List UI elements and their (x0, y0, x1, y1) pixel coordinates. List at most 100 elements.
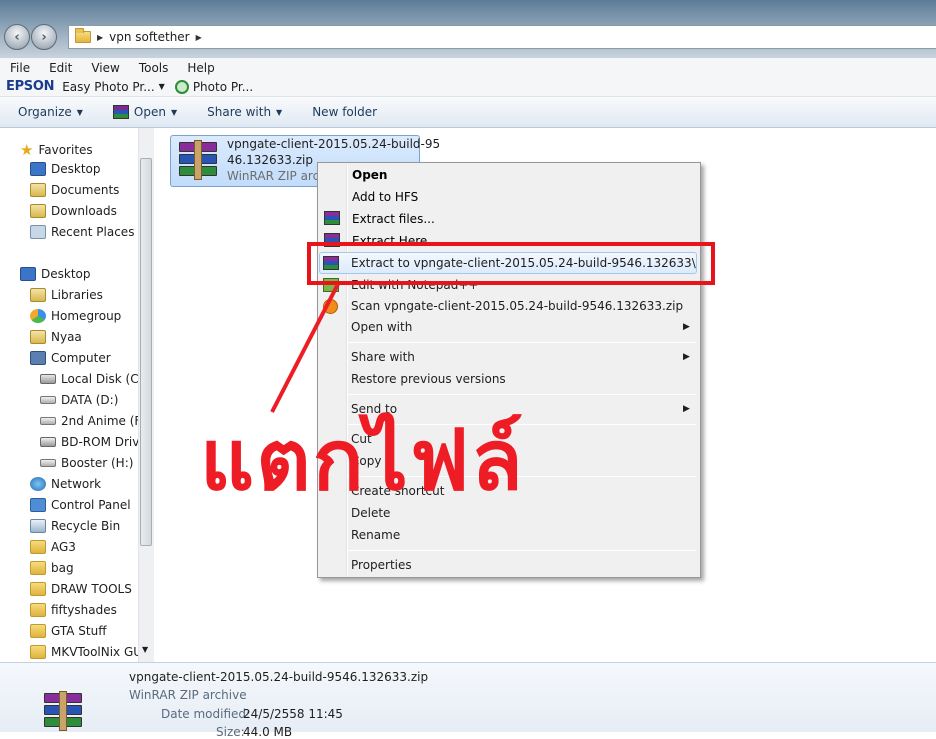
menu-item-rename[interactable]: Rename (351, 528, 400, 542)
folder-icon (30, 540, 46, 554)
nav-label: DRAW TOOLS (51, 582, 132, 596)
folder-icon (30, 561, 46, 575)
menu-item-open[interactable]: Open (352, 168, 387, 182)
nav-label: AG3 (51, 540, 76, 554)
submenu-arrow-icon: ▶ (683, 352, 690, 362)
photo-print-icon (174, 79, 189, 94)
epson-photo-print-button[interactable]: Photo Pr... (193, 80, 253, 94)
nav-network[interactable]: Network (30, 477, 101, 491)
nav-booster-drive[interactable]: Booster (H:) (40, 456, 133, 470)
control-panel-icon (30, 498, 46, 512)
nav-label: Downloads (51, 204, 117, 218)
nav-local-disk[interactable]: Local Disk (C:) (40, 372, 147, 386)
organize-label: Organize (18, 105, 72, 119)
chevron-down-icon: ▼ (76, 107, 83, 117)
star-icon: ★ (20, 141, 34, 159)
antivirus-icon (323, 299, 338, 314)
annotation-thai-text: แตกไฟล์ (200, 411, 525, 509)
chevron-down-icon[interactable]: ▼ (159, 82, 165, 91)
nav-label: MKVToolNix GU (51, 645, 143, 659)
chevron-right-icon[interactable]: ▶ (196, 33, 202, 42)
drive-icon (40, 396, 56, 404)
nav-folder-mkvtoolnix[interactable]: MKVToolNix GU (30, 645, 142, 659)
details-modified-value: 24/5/2558 11:45 (243, 707, 343, 721)
nav-folder-bag[interactable]: bag (30, 561, 74, 575)
menu-help[interactable]: Help (187, 61, 214, 75)
chevron-right-icon[interactable]: ▶ (97, 33, 103, 42)
nav-folder-fiftyshades[interactable]: fiftyshades (30, 603, 117, 617)
folder-icon (75, 28, 91, 43)
nav-label: Desktop (51, 162, 101, 176)
forward-button[interactable]: › (31, 24, 57, 50)
share-with-button[interactable]: Share with ▼ (207, 105, 282, 119)
menu-tools[interactable]: Tools (139, 61, 169, 75)
navigation-buttons: ‹ › (4, 24, 58, 50)
address-bar[interactable]: ▶ vpn softether ▶ (68, 25, 936, 49)
nav-folder-gta-stuff[interactable]: GTA Stuff (30, 624, 107, 638)
homegroup-icon (30, 309, 46, 323)
new-folder-button[interactable]: New folder (312, 105, 377, 119)
menu-item-scan[interactable]: Scan vpngate-client-2015.05.24-build-954… (351, 299, 683, 313)
nav-desktop[interactable]: Desktop (20, 267, 91, 281)
share-label: Share with (207, 105, 272, 119)
menu-file[interactable]: File (10, 61, 30, 75)
nav-control-panel[interactable]: Control Panel (30, 498, 131, 512)
nav-bdrom-drive[interactable]: BD-ROM Drive (40, 435, 147, 449)
network-icon (30, 477, 46, 491)
nav-label: Computer (51, 351, 111, 365)
nav-favorites[interactable]: ★ Favorites (20, 141, 93, 159)
user-folder-icon (30, 330, 46, 344)
epson-easy-photo-button[interactable]: Easy Photo Pr... (62, 80, 154, 94)
recent-places-icon (30, 225, 46, 239)
details-pane: vpngate-client-2015.05.24-build-9546.132… (0, 662, 936, 739)
nav-nyaa[interactable]: Nyaa (30, 330, 82, 344)
winrar-icon (324, 211, 340, 225)
nav-desktop-fav[interactable]: Desktop (30, 162, 101, 176)
menu-item-properties[interactable]: Properties (351, 558, 412, 572)
nav-data-drive[interactable]: DATA (D:) (40, 393, 118, 407)
back-button[interactable]: ‹ (4, 24, 30, 50)
chevron-down-icon: ▼ (170, 107, 178, 117)
nav-recent-places[interactable]: Recent Places (30, 225, 134, 239)
menu-item-share-with[interactable]: Share with (351, 350, 415, 364)
winrar-icon (112, 105, 129, 119)
open-button[interactable]: Open ▼ (112, 105, 178, 119)
menu-item-add-to-hfs[interactable]: Add to HFS (352, 190, 418, 204)
menu-view[interactable]: View (91, 61, 119, 75)
nav-computer[interactable]: Computer (30, 351, 111, 365)
nav-label: Booster (H:) (61, 456, 134, 470)
nav-folder-ag3[interactable]: AG3 (30, 540, 76, 554)
nav-documents[interactable]: Documents (30, 183, 119, 197)
nav-label: Homegroup (51, 309, 122, 323)
address-path[interactable]: vpn softether (109, 30, 189, 44)
nav-downloads[interactable]: Downloads (30, 204, 117, 218)
epson-logo: EPSON (6, 79, 55, 94)
winrar-archive-large-icon (40, 691, 84, 731)
organize-button[interactable]: Organize ▼ (18, 105, 83, 119)
nav-anime-drive[interactable]: 2nd Anime (F: (40, 414, 144, 428)
menu-item-open-with[interactable]: Open with (351, 320, 412, 334)
menu-item-restore[interactable]: Restore previous versions (351, 372, 506, 386)
menu-item-extract-files[interactable]: Extract files... (352, 212, 435, 226)
desktop-icon (20, 267, 36, 281)
nav-recycle-bin[interactable]: Recycle Bin (30, 519, 120, 533)
scroll-down-icon[interactable]: ▼ (142, 645, 148, 654)
file-name-line2: 46.132633.zip (227, 153, 313, 167)
drive-icon (40, 417, 56, 425)
computer-icon (30, 351, 46, 365)
nav-label: Favorites (38, 143, 93, 157)
menu-separator (348, 394, 696, 395)
nav-label: Libraries (51, 288, 103, 302)
nav-libraries[interactable]: Libraries (30, 288, 103, 302)
nav-label: fiftyshades (51, 603, 117, 617)
details-file-name: vpngate-client-2015.05.24-build-9546.132… (129, 670, 429, 684)
menu-bar: File Edit View Tools Help (0, 58, 936, 77)
nav-scrollbar-thumb[interactable] (140, 158, 152, 546)
nav-label: bag (51, 561, 74, 575)
menu-edit[interactable]: Edit (49, 61, 72, 75)
recycle-bin-icon (30, 519, 46, 533)
nav-folder-draw-tools[interactable]: DRAW TOOLS (30, 582, 132, 596)
details-size-label: Size: (216, 725, 245, 739)
nav-homegroup[interactable]: Homegroup (30, 309, 121, 323)
nav-label: Recent Places (51, 225, 135, 239)
